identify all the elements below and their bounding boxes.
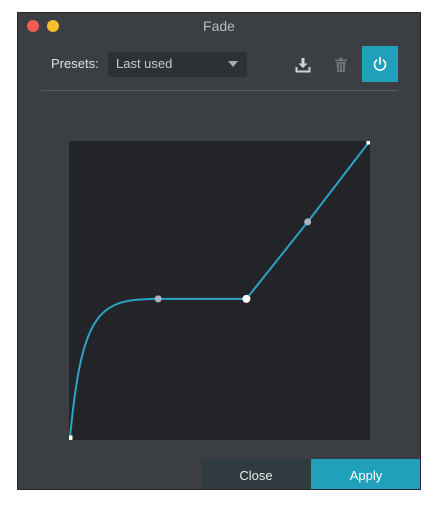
apply-button[interactable]: Apply xyxy=(311,459,420,489)
presets-selected-value: Last used xyxy=(116,56,173,71)
curve-point-endpoint-0[interactable] xyxy=(69,435,73,441)
fade-curve-graph[interactable] xyxy=(69,141,370,440)
window-title: Fade xyxy=(203,18,235,34)
curve-point-control-3[interactable] xyxy=(304,218,312,226)
curve-point-endpoint-4[interactable] xyxy=(366,141,371,145)
save-preset-button[interactable] xyxy=(286,48,320,82)
power-icon xyxy=(373,56,387,71)
delete-preset-button[interactable] xyxy=(324,48,358,82)
trash-icon xyxy=(335,57,347,72)
toolbar-divider xyxy=(41,90,398,91)
fade-curve-editor[interactable] xyxy=(69,141,370,440)
presets-label: Presets: xyxy=(51,56,99,71)
download-icon xyxy=(295,58,311,73)
power-toggle-button[interactable] xyxy=(362,46,398,82)
presets-dropdown[interactable]: Last used xyxy=(108,52,247,77)
title-bar: Fade xyxy=(18,13,420,38)
curve-point-node-2[interactable] xyxy=(242,294,251,303)
close-button[interactable]: Close xyxy=(201,459,311,489)
fade-dialog: Fade Presets: Last used Close Apply xyxy=(17,12,421,490)
curve-point-control-1[interactable] xyxy=(154,295,162,303)
chevron-down-icon xyxy=(228,61,238,67)
fade-curve-line[interactable] xyxy=(69,141,370,439)
